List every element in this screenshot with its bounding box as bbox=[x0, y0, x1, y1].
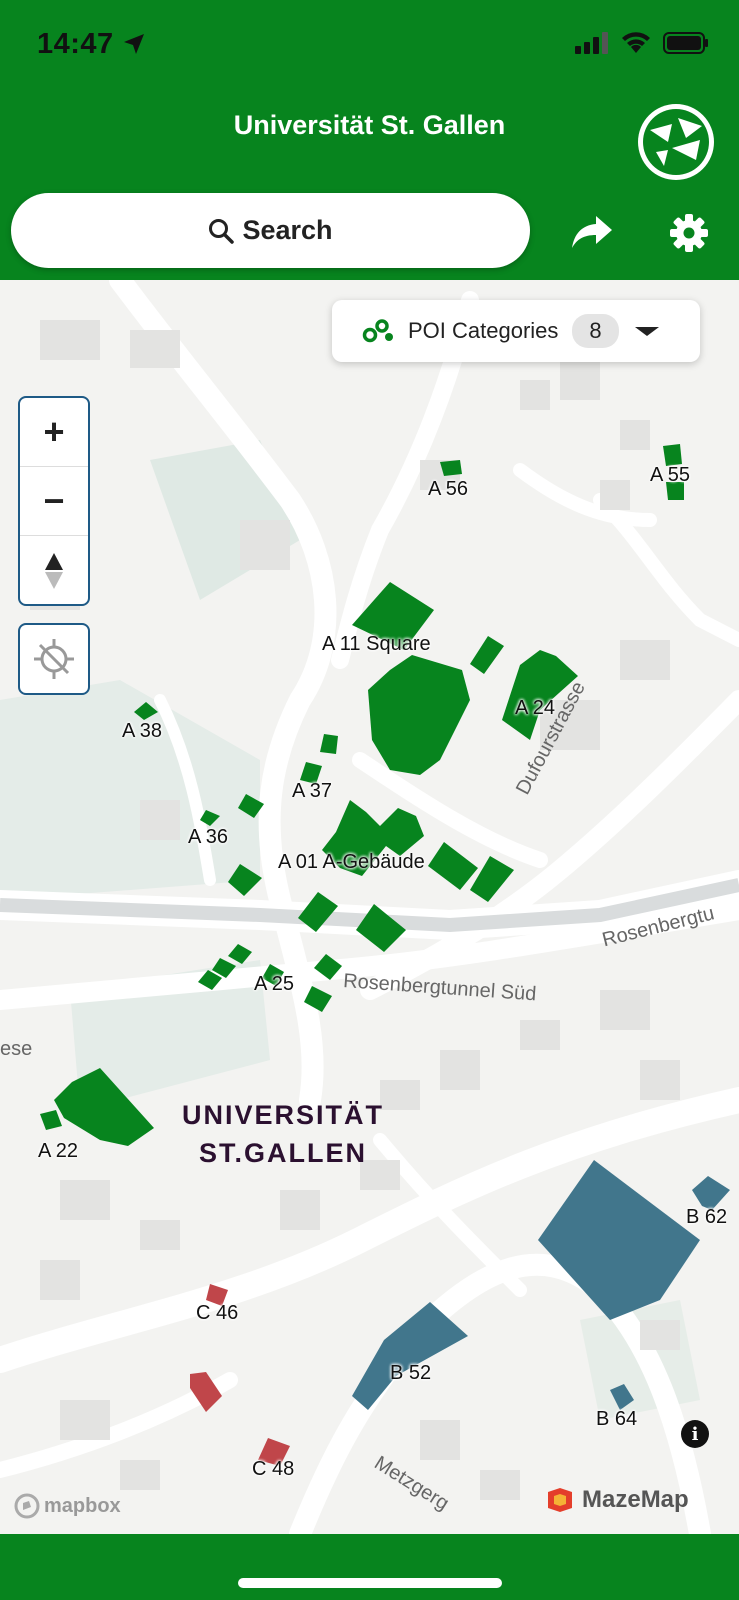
chevron-down-icon bbox=[634, 326, 659, 336]
road-label-edge: ese bbox=[0, 1038, 33, 1060]
bottom-bar bbox=[0, 1534, 739, 1600]
building-label-b64[interactable]: B 64 bbox=[596, 1408, 637, 1431]
app-header: 14:47 Universität St. Gallen Search bbox=[0, 0, 739, 280]
building-label-b62[interactable]: B 62 bbox=[686, 1206, 727, 1229]
building-label-a36[interactable]: A 36 bbox=[188, 826, 228, 849]
building-label-c48[interactable]: C 48 bbox=[252, 1458, 294, 1481]
location-off-icon bbox=[34, 639, 74, 679]
battery-icon bbox=[663, 32, 708, 54]
search-icon bbox=[209, 218, 235, 244]
search-button[interactable]: Search bbox=[11, 193, 530, 268]
search-label: Search bbox=[242, 215, 333, 245]
building-label-a11[interactable]: A 11 Square bbox=[322, 633, 431, 656]
poi-icon bbox=[362, 319, 393, 343]
wifi-icon bbox=[622, 32, 650, 53]
mazemap-icon bbox=[548, 1488, 572, 1512]
building-label-a56[interactable]: A 56 bbox=[428, 478, 468, 501]
status-time: 14:47 bbox=[37, 28, 114, 60]
building-label-a01[interactable]: A 01 A-Gebäude bbox=[278, 851, 425, 874]
gear-icon[interactable] bbox=[668, 212, 710, 254]
app-title: Universität St. Gallen bbox=[233, 110, 506, 140]
locate-me-button[interactable] bbox=[18, 623, 90, 695]
map-base bbox=[0, 280, 739, 1534]
building-label-c46[interactable]: C 46 bbox=[196, 1302, 238, 1325]
compass-button[interactable] bbox=[20, 536, 88, 605]
home-indicator[interactable] bbox=[238, 1578, 502, 1588]
mapbox-logo[interactable]: mapbox bbox=[14, 1493, 121, 1519]
compass-icon bbox=[45, 552, 63, 589]
zoom-out-button[interactable]: − bbox=[20, 467, 88, 536]
university-logo[interactable] bbox=[638, 104, 714, 180]
mapbox-icon bbox=[14, 1493, 40, 1519]
building-label-a25[interactable]: A 25 bbox=[254, 973, 294, 996]
share-icon[interactable] bbox=[570, 212, 614, 252]
building-label-a37[interactable]: A 37 bbox=[292, 780, 332, 803]
campus-label: UNIVERSITÄT ST.GALLEN bbox=[182, 1096, 384, 1172]
mapbox-label: mapbox bbox=[44, 1494, 121, 1517]
campus-map[interactable]: A 56 A 55 A 11 Square A 24 A 38 A 37 A 3… bbox=[0, 280, 739, 1534]
location-arrow-icon bbox=[124, 34, 144, 54]
building-label-a55[interactable]: A 55 bbox=[650, 464, 690, 487]
building-label-a22[interactable]: A 22 bbox=[38, 1140, 78, 1163]
zoom-controls: + − bbox=[18, 396, 90, 606]
university-logo-icon bbox=[643, 109, 709, 175]
campus-label-line2: ST.GALLEN bbox=[199, 1138, 368, 1168]
signal-icon bbox=[575, 32, 608, 54]
mazemap-label: MazeMap bbox=[582, 1486, 689, 1513]
building-label-b52[interactable]: B 52 bbox=[390, 1362, 431, 1385]
status-indicators bbox=[575, 32, 709, 54]
poi-categories-label: POI Categories bbox=[408, 318, 559, 343]
campus-label-line1: UNIVERSITÄT bbox=[182, 1100, 385, 1130]
poi-categories-button[interactable]: POI Categories 8 bbox=[332, 300, 700, 362]
poi-count-badge: 8 bbox=[572, 314, 619, 348]
info-icon[interactable]: i bbox=[681, 1420, 709, 1448]
mazemap-logo[interactable]: MazeMap bbox=[546, 1486, 689, 1514]
zoom-in-button[interactable]: + bbox=[20, 398, 88, 467]
building-label-a38[interactable]: A 38 bbox=[122, 720, 162, 743]
